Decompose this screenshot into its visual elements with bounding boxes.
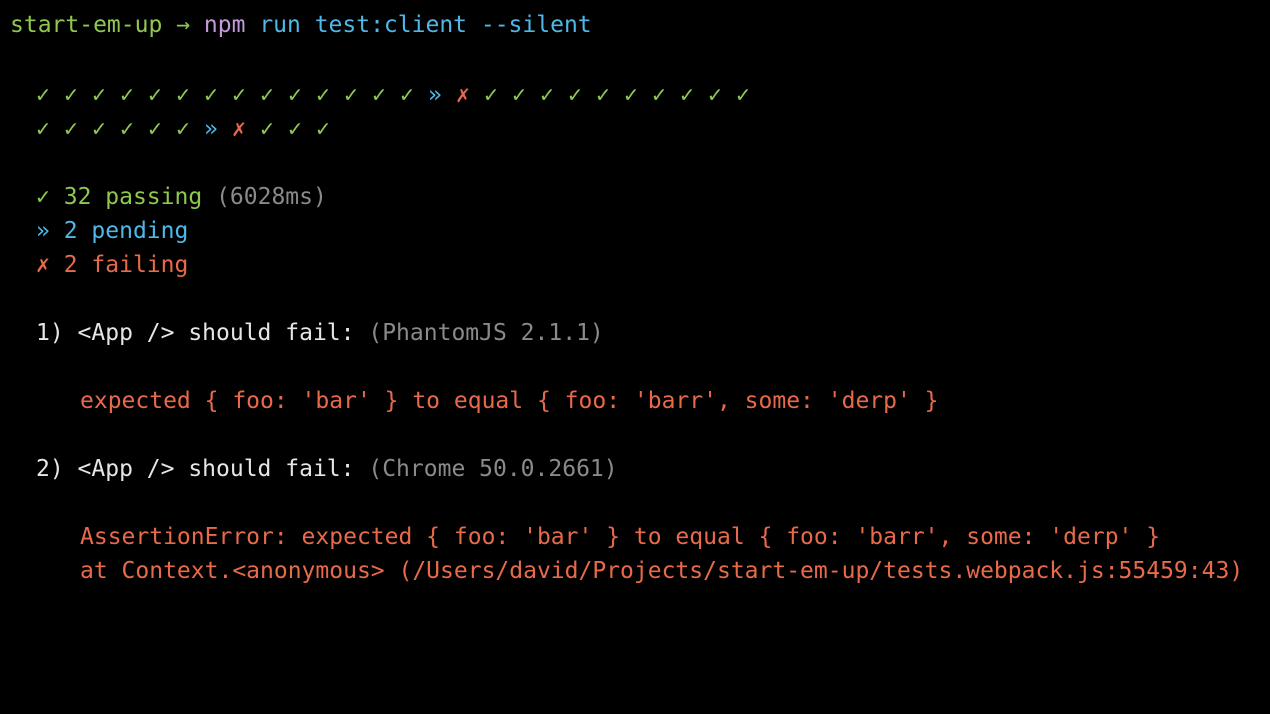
pass-check-icon: ✓ xyxy=(288,116,302,142)
pending-icon: » xyxy=(36,218,50,244)
pass-check-icon: ✓ xyxy=(176,82,190,108)
pass-check-icon: ✓ xyxy=(344,82,358,108)
fail-cross-icon: ✗ xyxy=(232,116,246,142)
command-prompt-line: start-em-up → npm run test:client --sile… xyxy=(10,8,592,42)
summary-pending: » 2 pending xyxy=(36,214,188,248)
summary-failing: ✗ 2 failing xyxy=(36,248,188,282)
pass-check-icon: ✓ xyxy=(64,116,78,142)
pass-check-icon: ✓ xyxy=(288,82,302,108)
pass-check-icon: ✓ xyxy=(540,82,554,108)
fail-cross-icon: ✗ xyxy=(456,82,470,108)
pass-check-icon: ✓ xyxy=(680,82,694,108)
pass-check-icon: ✓ xyxy=(260,82,274,108)
pass-check-icon: ✓ xyxy=(316,82,330,108)
pass-check-icon: ✓ xyxy=(316,116,330,142)
failure-2-title: 2) <App /> should fail: xyxy=(36,456,355,482)
failure-1-env: (PhantomJS 2.1.1) xyxy=(368,320,604,346)
pass-check-icon: ✓ xyxy=(36,116,50,142)
pass-check-icon: ✓ xyxy=(400,82,414,108)
pass-check-icon: ✓ xyxy=(736,82,750,108)
pass-check-icon: ✓ xyxy=(372,82,386,108)
failing-cross-icon: ✗ xyxy=(36,252,50,278)
pass-check-icon: ✓ xyxy=(64,82,78,108)
pass-check-icon: ✓ xyxy=(120,82,134,108)
passing-count: 32 passing xyxy=(63,184,203,210)
pass-check-icon: ✓ xyxy=(120,116,134,142)
pending-count: 2 pending xyxy=(63,218,189,244)
failure-1-message: expected { foo: 'bar' } to equal { foo: … xyxy=(80,388,939,414)
failure-1-header: 1) <App /> should fail: (PhantomJS 2.1.1… xyxy=(36,316,604,350)
terminal-window: start-em-up → npm run test:client --sile… xyxy=(0,0,1270,620)
pass-check-icon: ✓ xyxy=(176,116,190,142)
summary-passing: ✓ 32 passing (6028ms) xyxy=(36,180,327,214)
failure-2-header: 2) <App /> should fail: (Chrome 50.0.266… xyxy=(36,452,618,486)
failure-1-title: 1) <App /> should fail: xyxy=(36,320,355,346)
failure-2-message: AssertionError: expected { foo: 'bar' } … xyxy=(80,524,1161,550)
pass-check-icon: ✓ xyxy=(148,116,162,142)
pass-check-icon: ✓ xyxy=(148,82,162,108)
pass-check-icon: ✓ xyxy=(484,82,498,108)
pending-icon: » xyxy=(428,82,442,108)
pass-check-icon: ✓ xyxy=(596,82,610,108)
progress-row-2: ✓ ✓ ✓ ✓ ✓ ✓ » ✗ ✓ ✓ ✓ xyxy=(36,112,344,146)
prompt-arrow-icon: → xyxy=(176,12,191,38)
failure-2-stack-trace: at Context.<anonymous> (/Users/david/Pro… xyxy=(80,558,1244,584)
pass-check-icon: ✓ xyxy=(92,82,106,108)
pass-check-icon: ✓ xyxy=(568,82,582,108)
pass-check-icon: ✓ xyxy=(652,82,666,108)
prompt-cwd: start-em-up xyxy=(10,12,163,38)
pass-check-icon: ✓ xyxy=(232,82,246,108)
pass-check-icon: ✓ xyxy=(204,82,218,108)
passing-check-icon: ✓ xyxy=(36,184,50,210)
pass-check-icon: ✓ xyxy=(708,82,722,108)
prompt-command: npm xyxy=(203,12,246,38)
passing-duration: (6028ms) xyxy=(216,184,327,210)
progress-row-1: ✓ ✓ ✓ ✓ ✓ ✓ ✓ ✓ ✓ ✓ ✓ ✓ ✓ ✓ » ✗ ✓ ✓ ✓ ✓ ✓ ✓ ✓ ✓ ✓ ✓ xyxy=(36,78,764,112)
pass-check-icon: ✓ xyxy=(92,116,106,142)
pending-icon: » xyxy=(204,116,218,142)
pass-check-icon: ✓ xyxy=(624,82,638,108)
prompt-args: run test:client --silent xyxy=(259,12,592,38)
failing-count: 2 failing xyxy=(63,252,189,278)
pass-check-icon: ✓ xyxy=(260,116,274,142)
pass-check-icon: ✓ xyxy=(36,82,50,108)
pass-check-icon: ✓ xyxy=(512,82,526,108)
failure-2-env: (Chrome 50.0.2661) xyxy=(368,456,618,482)
